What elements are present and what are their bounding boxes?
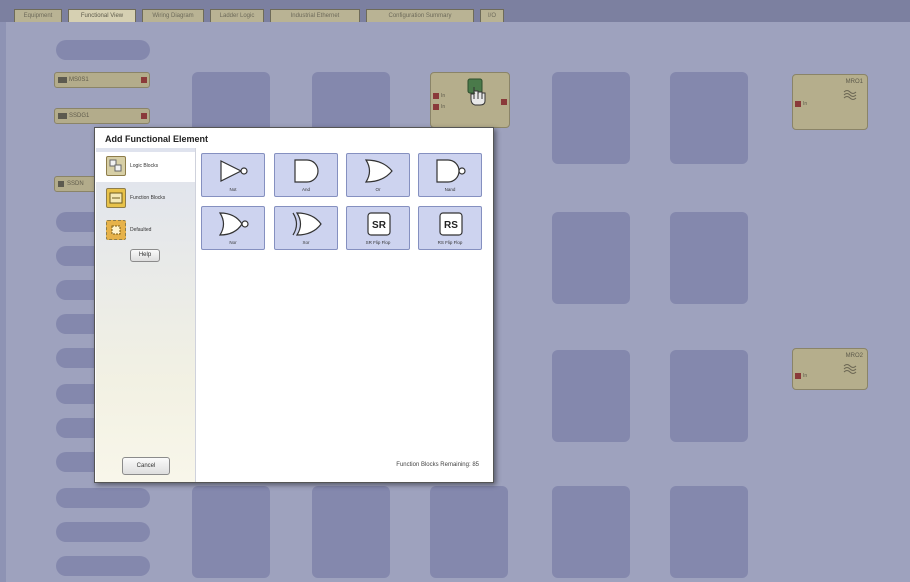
element-label: Xor — [302, 240, 310, 245]
relay-coil-icon — [843, 90, 857, 100]
sr-flip-flop-icon: SR — [367, 212, 391, 236]
input-pin-icon[interactable] — [795, 373, 801, 379]
nand-gate-icon — [436, 159, 466, 183]
input-slot[interactable] — [56, 488, 150, 508]
logic-slot[interactable] — [552, 72, 630, 164]
or-gate-icon — [364, 159, 393, 183]
output-pin-icon[interactable] — [501, 99, 507, 105]
output-block[interactable]: MRO2 In — [792, 348, 868, 390]
input-icon — [58, 113, 67, 119]
nor-gate-icon — [218, 212, 249, 236]
logic-slot[interactable] — [312, 486, 390, 578]
rs-flip-flop-icon: RS — [439, 212, 463, 236]
element-or[interactable]: Or — [346, 153, 410, 197]
logic-slot[interactable] — [552, 212, 630, 304]
function-blocks-icon — [106, 188, 126, 208]
element-label: Or — [375, 187, 381, 192]
output-title: MRO1 — [845, 79, 863, 85]
tab-industrial-ethernet[interactable]: Industrial Ethernet — [270, 9, 360, 22]
element-and[interactable]: And — [274, 153, 338, 197]
logic-slot[interactable] — [670, 72, 748, 164]
and-gate-icon — [294, 159, 319, 183]
logic-blocks-icon — [106, 156, 126, 176]
element-xor[interactable]: Xor — [274, 206, 338, 250]
input-block[interactable]: SSDG1 — [54, 108, 150, 124]
pin-label: In — [803, 373, 808, 379]
element-not[interactable]: Not — [201, 153, 265, 197]
logic-slot[interactable] — [552, 486, 630, 578]
input-label: SSDG1 — [69, 113, 90, 119]
tab-equipment[interactable]: Equipment — [14, 9, 62, 22]
tab-configuration-summary[interactable]: Configuration Summary — [366, 9, 474, 22]
logic-slot[interactable] — [670, 350, 748, 442]
element-sr-flip-flop[interactable]: SR SR Flip Flop — [346, 206, 410, 250]
logic-block[interactable]: In In — [430, 72, 510, 128]
element-label: And — [301, 187, 310, 192]
element-label: Nor — [229, 240, 237, 245]
output-pin-icon[interactable] — [141, 113, 147, 119]
element-label: Not — [229, 187, 237, 192]
help-button[interactable]: Help — [130, 249, 160, 262]
element-nand[interactable]: Nand — [418, 153, 482, 197]
input-icon — [58, 77, 67, 83]
input-block[interactable]: SSDN — [54, 176, 98, 192]
input-icon — [58, 181, 64, 187]
add-functional-element-dialog: Add Functional Element Logic Blocks Func… — [94, 127, 494, 483]
hand-cursor-icon — [467, 78, 486, 106]
category-label: Logic Blocks — [130, 163, 159, 169]
pin-label: In — [441, 93, 446, 99]
category-sidebar: Logic Blocks Function Blocks Defaulted H… — [96, 148, 196, 482]
element-label: Nand — [444, 187, 456, 192]
element-nor[interactable]: Nor — [201, 206, 265, 250]
input-pin-icon[interactable] — [433, 93, 439, 99]
category-defaulted[interactable]: Defaulted — [96, 216, 195, 246]
category-logic-blocks[interactable]: Logic Blocks — [96, 152, 195, 182]
input-label: MS0S1 — [69, 77, 89, 83]
element-label: SR Flip Flop — [365, 240, 391, 245]
output-block[interactable]: MRO1 In — [792, 74, 868, 130]
logic-slot[interactable] — [670, 212, 748, 304]
input-block[interactable]: MS0S1 — [54, 72, 150, 88]
tab-io[interactable]: I/O — [480, 9, 504, 22]
input-slot[interactable] — [56, 522, 150, 542]
logic-slot[interactable] — [670, 486, 748, 578]
input-slot[interactable] — [56, 556, 150, 576]
xor-gate-icon — [292, 212, 322, 236]
cancel-button[interactable]: Cancel — [122, 457, 170, 475]
relay-coil-icon — [843, 364, 857, 374]
tab-wiring-diagram[interactable]: Wiring Diagram — [142, 9, 204, 22]
output-pin-icon[interactable] — [141, 77, 147, 83]
svg-text:SR: SR — [372, 220, 387, 231]
element-grid: Not And Or Nand Nor Xor SR SR Flip Flop … — [196, 148, 493, 482]
logic-slot[interactable] — [192, 486, 270, 578]
pin-label: In — [803, 101, 808, 107]
input-slot[interactable] — [56, 40, 150, 60]
blocks-remaining-text: Function Blocks Remaining: 85 — [396, 462, 479, 468]
dialog-title: Add Functional Element — [105, 134, 209, 144]
input-pin-icon[interactable] — [433, 104, 439, 110]
defaulted-icon — [106, 220, 126, 240]
category-label: Function Blocks — [130, 195, 166, 201]
element-rs-flip-flop[interactable]: RS RS Flip Flop — [418, 206, 482, 250]
element-label: RS Flip Flop — [437, 240, 463, 245]
category-function-blocks[interactable]: Function Blocks — [96, 184, 195, 214]
input-pin-icon[interactable] — [795, 101, 801, 107]
logic-slot[interactable] — [430, 486, 508, 578]
pin-label: In — [441, 104, 446, 110]
input-label: SSDN — [67, 181, 84, 187]
not-gate-icon — [220, 160, 248, 182]
svg-text:RS: RS — [444, 220, 458, 231]
tab-functional-view[interactable]: Functional View — [68, 9, 136, 22]
tab-ladder-logic[interactable]: Ladder Logic — [210, 9, 264, 22]
logic-slot[interactable] — [552, 350, 630, 442]
output-title: MRO2 — [845, 353, 863, 359]
tab-bar: Equipment Functional View Wiring Diagram… — [0, 0, 910, 22]
category-label: Defaulted — [130, 227, 152, 233]
